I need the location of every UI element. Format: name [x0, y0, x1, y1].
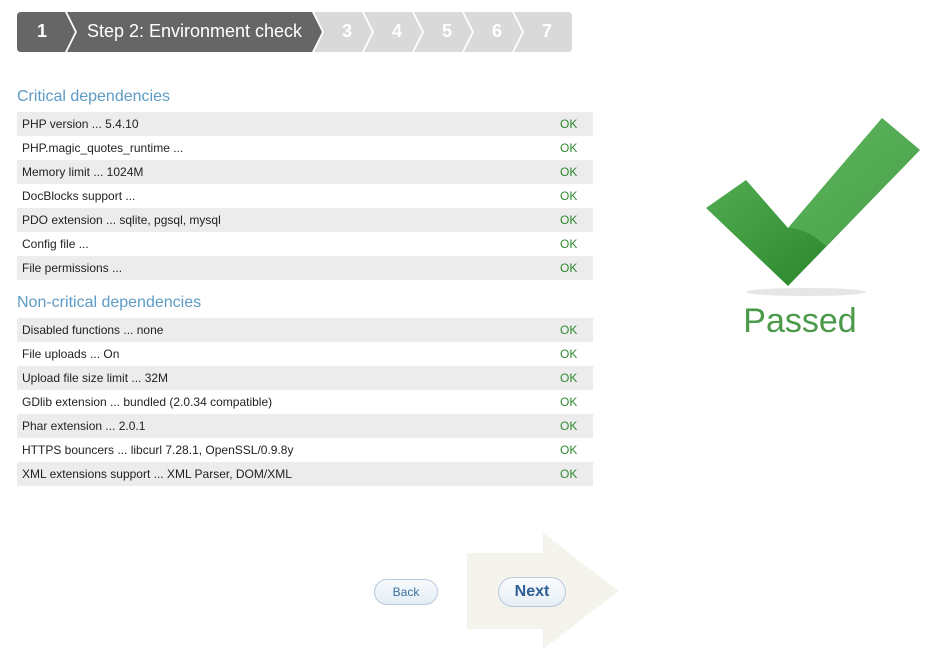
dependency-status: OK	[560, 165, 578, 179]
dependency-row: PHP version ... 5.4.10 OK	[17, 112, 593, 136]
step-6: 6	[491, 21, 502, 41]
noncritical-dependencies-table: Disabled functions ... none OK File uploa…	[17, 318, 593, 486]
dependency-row: File uploads ... On OK	[17, 342, 593, 366]
dependency-status: OK	[560, 467, 578, 481]
step-7: 7	[541, 21, 552, 41]
dependency-row: Upload file size limit ... 32M OK	[17, 366, 593, 390]
critical-dependencies-table: PHP version ... 5.4.10 OK PHP.magic_quote…	[17, 112, 593, 280]
dependency-status: OK	[560, 395, 578, 409]
dependency-name: File uploads ... On	[22, 347, 120, 361]
dependency-row: HTTPS bouncers ... libcurl 7.28.1, OpenS…	[17, 438, 593, 462]
dependency-name: PHP version ... 5.4.10	[22, 117, 139, 131]
step-2-current: Step 2: Environment check	[86, 21, 303, 41]
dependency-row: PDO extension ... sqlite, pgsql, mysql OK	[17, 208, 593, 232]
dependency-name: GDlib extension ... bundled (2.0.34 comp…	[22, 395, 273, 409]
dependency-name: Phar extension ... 2.0.1	[22, 419, 146, 433]
step-1: 1	[36, 21, 47, 41]
dependency-row: Config file ... OK	[17, 232, 593, 256]
dependency-status: OK	[560, 443, 578, 457]
dependency-row: Disabled functions ... none OK	[17, 318, 593, 342]
dependency-row: PHP.magic_quotes_runtime ... OK	[17, 136, 593, 160]
dependency-name: DocBlocks support ...	[22, 189, 136, 203]
wizard-steps: 1 Step 2: Environment check 3 4 5 6 7	[17, 12, 572, 52]
back-button[interactable]: Back	[374, 579, 438, 605]
dependency-row: File permissions ... OK	[17, 256, 593, 280]
dependency-row: Phar extension ... 2.0.1 OK	[17, 414, 593, 438]
dependency-name: Disabled functions ... none	[22, 323, 164, 337]
dependency-row: DocBlocks support ... OK	[17, 184, 593, 208]
step-5: 5	[441, 21, 452, 41]
dependency-status: OK	[560, 237, 578, 251]
dependency-name: Upload file size limit ... 32M	[22, 371, 169, 385]
dependency-status: OK	[560, 323, 578, 337]
next-button[interactable]: Next	[498, 577, 566, 607]
step-3: 3	[341, 21, 352, 41]
dependency-row: GDlib extension ... bundled (2.0.34 comp…	[17, 390, 593, 414]
critical-dependencies-title: Critical dependencies	[17, 88, 170, 105]
dependency-status: OK	[560, 117, 578, 131]
dependency-name: File permissions ...	[22, 261, 123, 275]
checkmark-icon	[706, 118, 920, 296]
dependency-name: PHP.magic_quotes_runtime ...	[22, 141, 184, 155]
dependency-name: Memory limit ... 1024M	[22, 165, 144, 179]
dependency-name: HTTPS bouncers ... libcurl 7.28.1, OpenS…	[22, 443, 294, 457]
passed-label: Passed	[743, 302, 857, 340]
dependency-name: PDO extension ... sqlite, pgsql, mysql	[22, 213, 221, 227]
noncritical-dependencies-title: Non-critical dependencies	[17, 294, 202, 311]
dependency-row: XML extensions support ... XML Parser, D…	[17, 462, 593, 486]
dependency-status: OK	[560, 213, 578, 227]
dependency-status: OK	[560, 371, 578, 385]
dependency-name: Config file ...	[22, 237, 89, 251]
dependency-row: Memory limit ... 1024M OK	[17, 160, 593, 184]
step-4: 4	[391, 21, 402, 41]
dependency-status: OK	[560, 261, 578, 275]
dependency-status: OK	[560, 141, 578, 155]
dependency-name: XML extensions support ... XML Parser, D…	[22, 467, 292, 481]
dependency-status: OK	[560, 189, 578, 203]
dependency-status: OK	[560, 419, 578, 433]
dependency-status: OK	[560, 347, 578, 361]
